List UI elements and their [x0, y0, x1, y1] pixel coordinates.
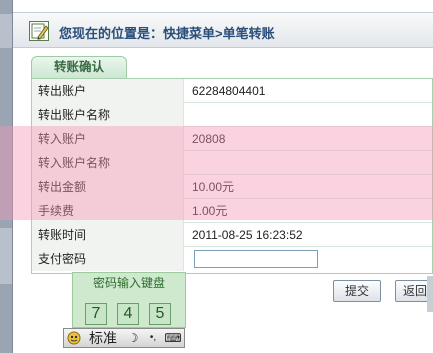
keyboard-title: 密码输入键盘	[92, 276, 165, 290]
breadcrumb: 您现在的位置是：快捷菜单>单笔转账	[59, 26, 275, 41]
form-row-transfer-time: 转账时间 2011-08-25 16:23:52	[32, 223, 432, 247]
from-account-value: 62284804401	[192, 84, 266, 98]
soft-keyboard-icon[interactable]: ⌨	[164, 329, 182, 347]
submit-button[interactable]: 提交	[333, 280, 381, 302]
transfer-time-value: 2011-08-25 16:23:52	[192, 228, 303, 242]
ime-toolbar: 标准 ☽ •, ⌨	[63, 328, 185, 348]
dots-icon[interactable]: •,	[144, 329, 162, 347]
keyboard-key[interactable]: 7	[85, 303, 107, 325]
location-header: 您现在的位置是：快捷菜单>单笔转账	[13, 12, 433, 48]
ime-logo-icon[interactable]	[65, 329, 83, 347]
sidebar-block	[0, 14, 12, 48]
moon-icon[interactable]: ☽	[124, 329, 142, 347]
ime-mode-label[interactable]: 标准	[84, 329, 122, 347]
from-account-label: 转出账户	[32, 79, 184, 103]
right-scrollbar[interactable]	[427, 276, 433, 312]
overlay-band	[0, 126, 433, 220]
from-account-name-label: 转出账户名称	[32, 103, 184, 127]
tab-transfer-confirm[interactable]: 转账确认	[31, 56, 127, 78]
payment-password-label: 支付密码	[32, 247, 184, 271]
edit-pencil-icon	[29, 21, 49, 41]
keyboard-key[interactable]: 4	[117, 303, 139, 325]
password-keyboard: 密码输入键盘 7 4 5	[72, 272, 186, 328]
form-row-payment-password: 支付密码	[32, 247, 432, 271]
sidebar-block	[0, 228, 12, 284]
transfer-time-label: 转账时间	[32, 223, 184, 247]
form-row-from-account-name: 转出账户名称	[32, 103, 432, 127]
form-row-from-account: 转出账户 62284804401	[32, 79, 432, 103]
payment-password-input[interactable]	[194, 250, 318, 268]
keyboard-key[interactable]: 5	[149, 303, 171, 325]
